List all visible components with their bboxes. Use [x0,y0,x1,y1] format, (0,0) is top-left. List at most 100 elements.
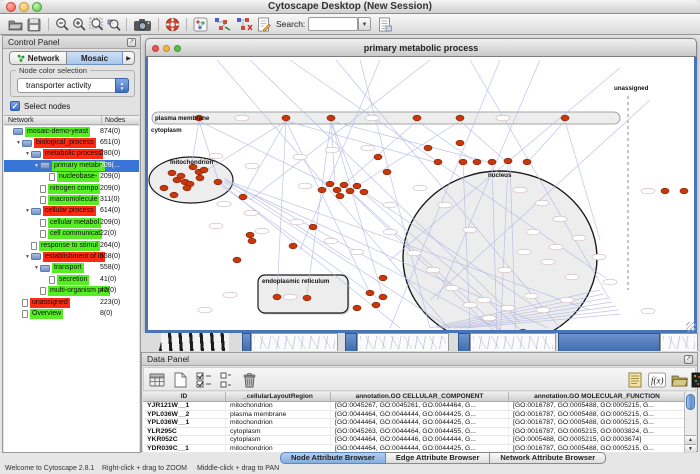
network-node[interactable] [379,275,387,281]
help-icon[interactable] [165,17,180,32]
import-attributes-icon[interactable] [671,372,688,388]
new-attribute-icon[interactable] [173,372,187,388]
background-window-preview[interactable] [660,333,698,351]
tree-row[interactable]: nitrogen compo209(0) [4,183,139,194]
network-node[interactable] [434,159,442,165]
network-node[interactable] [379,294,387,300]
network-node[interactable] [424,145,432,151]
network-node[interactable] [523,159,531,165]
network-node[interactable] [372,302,380,308]
network-node[interactable] [336,193,344,199]
tree-row[interactable]: cell communicat22(0) [4,229,139,240]
network-node[interactable] [383,169,391,175]
tree-row[interactable]: ▼establishment of lo558(0) [4,251,139,262]
color-attribute-dropdown[interactable]: transporter activity ▲▼ [17,78,129,93]
attribute-grid-icon[interactable] [149,372,166,388]
network-node[interactable] [282,115,290,121]
vizmapper-icon[interactable] [193,17,208,32]
tab-mosaic[interactable]: Mosaic [67,51,123,65]
destroy-network-view-icon[interactable] [236,17,253,32]
network-node[interactable] [459,159,467,165]
scrollbar-thumb[interactable] [686,394,695,410]
network-node[interactable] [183,185,191,191]
tree-row[interactable]: response to stimul264(0) [4,240,139,251]
table-row[interactable]: YPL036W__1mitochondrion[GO:0044464, GO:0… [143,419,686,428]
network-canvas[interactable]: plasma membranecytoplasmmitochondrionnuc… [148,57,694,330]
tabs-overflow-button[interactable]: ▶ [123,51,135,65]
tree-row[interactable]: mosaic-demo-yeast874(0) [4,126,139,137]
tab-network-attribute-browser[interactable]: Network Attribute Browser [490,452,606,464]
background-window-blue[interactable] [458,333,470,351]
network-window-titlebar[interactable]: primary metabolic process [145,38,697,57]
network-node[interactable] [360,189,368,195]
network-node[interactable] [200,167,208,173]
tree-row[interactable]: ▼cellular process614(0) [4,206,139,217]
column-header[interactable]: ID [143,392,226,401]
network-node[interactable] [456,115,464,121]
resize-grip[interactable] [686,322,696,332]
select-attributes-icon[interactable] [196,372,212,388]
background-window-preview[interactable] [251,333,338,351]
float-panel-icon[interactable]: ↗ [684,355,693,364]
network-node[interactable] [374,154,382,160]
network-node[interactable] [456,140,464,146]
network-node[interactable] [303,295,311,301]
network-node[interactable] [333,187,341,193]
background-window-dark[interactable] [161,333,229,351]
unselect-attributes-icon[interactable] [220,372,232,388]
network-node[interactable] [340,182,348,188]
table-row[interactable]: YJR121W__1mitochondrion[GO:0045267, GO:0… [143,402,686,411]
take-snapshot-icon[interactable] [133,17,152,32]
expander-icon[interactable]: ▼ [24,254,31,260]
import-annotation-icon[interactable] [378,17,392,32]
network-node[interactable] [196,175,204,181]
column-header[interactable]: annotation.GO MOLECULAR_FUNCTION [509,392,686,401]
network-node[interactable] [160,185,168,191]
search-input[interactable] [308,17,358,31]
expander-icon[interactable]: ▼ [24,208,31,214]
tree-row[interactable]: cellular metabol209(0) [4,217,139,228]
table-row[interactable]: YLR295Ccytoplasm[GO:0045263, GO:0044464,… [143,428,686,437]
network-node[interactable] [239,194,247,200]
notes-icon[interactable] [628,372,643,388]
zoom-fit-icon[interactable] [89,17,104,32]
network-node[interactable] [233,257,241,263]
open-file-icon[interactable] [8,17,23,32]
table-scrollbar[interactable]: ▲ ▼ [684,392,696,453]
tree-row[interactable]: nucleobase-209(0) [4,172,139,183]
expander-icon[interactable]: ▼ [15,140,22,146]
tree-row[interactable]: secretion41(0) [4,274,139,285]
tree-row[interactable]: Overview8(0) [4,308,139,319]
formula-icon[interactable]: f(x) [648,372,666,388]
background-window-preview[interactable] [357,333,449,351]
table-row[interactable]: YPL036W__2plasma membrane[GO:0044464, GO… [143,411,686,420]
tree-row[interactable]: ▼metabolic process280(0) [4,149,139,160]
tree-row[interactable]: ▼biological_process651(0) [4,137,139,148]
table-row[interactable]: YKR052Ccytoplasm[GO:0044464, GO:0044446,… [143,436,686,445]
background-window-blue[interactable] [558,333,660,351]
network-node[interactable] [248,238,256,244]
network-node[interactable] [318,187,326,193]
network-node[interactable] [661,188,669,194]
network-node[interactable] [309,224,317,230]
zoom-out-icon[interactable] [55,17,69,32]
tree-row[interactable]: multi-organism pro42(0) [4,285,139,296]
network-node[interactable] [273,294,281,300]
scroll-down-arrow[interactable]: ▼ [685,444,696,453]
network-node[interactable] [680,188,688,194]
column-header[interactable]: annotation.GO CELLULAR_COMPONENT [331,392,509,401]
network-node[interactable] [353,305,361,311]
network-node[interactable] [504,158,512,164]
network-node[interactable] [327,115,335,121]
network-node[interactable] [289,243,297,249]
column-header[interactable]: _cellularLayoutRegion [226,392,331,401]
network-node[interactable] [413,115,421,121]
tree-row[interactable]: ▼primary metabo209(... [4,160,139,171]
float-panel-icon[interactable]: ↗ [127,38,136,47]
network-node[interactable] [561,115,569,121]
tab-edge-attribute-browser[interactable]: Edge Attribute Browser [386,452,490,464]
scroll-up-arrow[interactable]: ▲ [685,435,696,444]
background-window-preview[interactable] [470,333,556,351]
expander-icon[interactable]: ▼ [24,151,31,157]
tree-row[interactable]: unassigned223(0) [4,297,139,308]
